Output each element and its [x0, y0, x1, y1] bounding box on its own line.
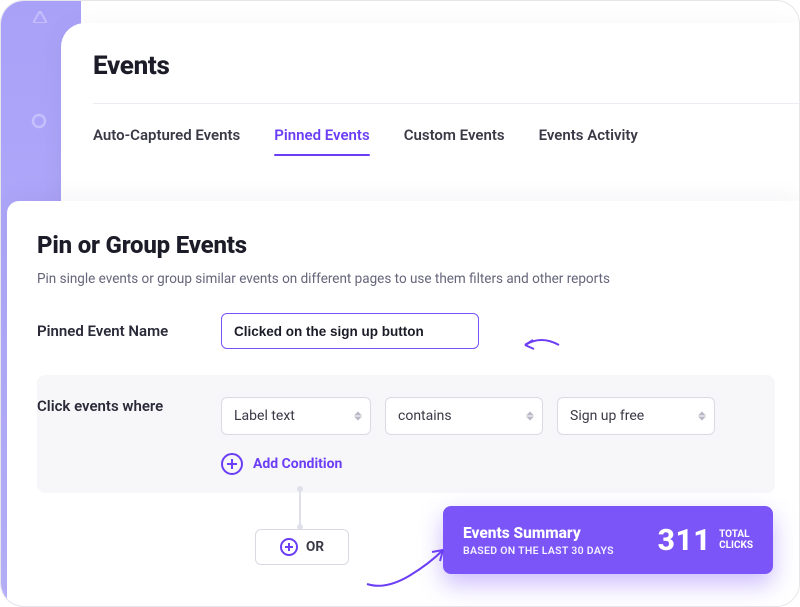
panel-title: Pin or Group Events [37, 231, 775, 259]
panel-subtitle: Pin single events or group similar event… [37, 271, 775, 287]
condition-label: Click events where [37, 397, 197, 415]
tab-custom-events[interactable]: Custom Events [404, 122, 505, 156]
app-frame: Events Auto-Captured Events Pinned Event… [0, 0, 800, 607]
select-operator[interactable]: contains [385, 397, 543, 435]
tab-pinned-events[interactable]: Pinned Events [274, 122, 369, 156]
stepper-icon [354, 412, 362, 421]
select-attribute[interactable]: Label text [221, 397, 371, 435]
pinned-name-input[interactable] [221, 313, 479, 349]
select-value[interactable]: Sign up free [557, 397, 715, 435]
select-value-text: Sign up free [570, 408, 644, 424]
summary-subtitle: BASED ON THE LAST 30 DAYS [463, 544, 614, 557]
summary-title: Events Summary [463, 524, 614, 542]
plus-icon [280, 538, 298, 556]
stepper-icon [526, 412, 534, 421]
page-title: Events [93, 51, 799, 81]
condition-block: Click events where Label text contains S… [37, 375, 775, 493]
plus-icon [221, 453, 243, 475]
tabs: Auto-Captured Events Pinned Events Custo… [93, 108, 799, 156]
condition-selects: Label text contains Sign up free [221, 397, 753, 435]
tab-events-activity[interactable]: Events Activity [539, 122, 638, 156]
or-label: OR [306, 539, 324, 555]
pinned-name-row: Pinned Event Name [37, 313, 775, 349]
select-attribute-value: Label text [234, 408, 295, 424]
tab-auto-captured[interactable]: Auto-Captured Events [93, 122, 240, 156]
select-operator-value: contains [398, 408, 452, 424]
or-button[interactable]: OR [255, 529, 349, 565]
events-summary-card: Events Summary BASED ON THE LAST 30 DAYS… [443, 506, 773, 574]
add-condition-button[interactable]: Add Condition [221, 453, 753, 475]
divider [93, 103, 799, 104]
connector-line [299, 489, 301, 527]
add-condition-label: Add Condition [253, 456, 342, 472]
pinned-name-label: Pinned Event Name [37, 322, 197, 340]
summary-metric: TOTAL CLICKS [719, 529, 753, 552]
stepper-icon [698, 412, 706, 421]
summary-count: 311 [658, 523, 711, 558]
